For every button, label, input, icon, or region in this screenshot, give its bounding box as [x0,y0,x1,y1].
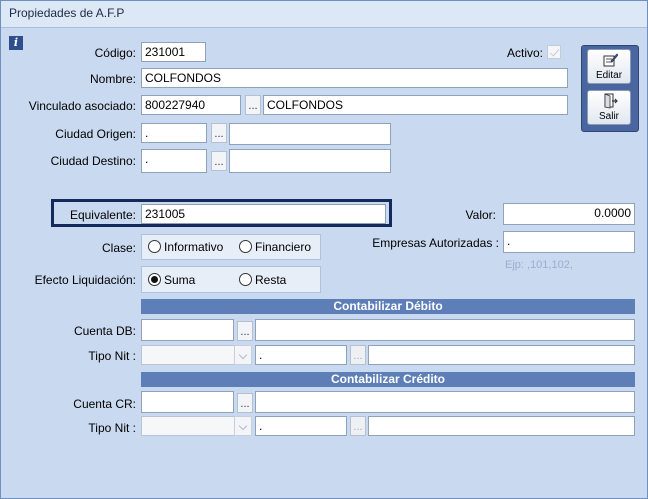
efecto-label: Efecto Liquidación: [34,273,136,287]
codigo-field[interactable]: 231001 [141,42,206,62]
tipo-nit-db-code-field[interactable]: . [255,345,347,365]
properties-window: Propiedades de A.F.P i Código: 231001 Ac… [0,0,648,499]
ciudad-destino-lookup-button[interactable]: ... [211,151,227,171]
cuenta-cr-lookup-button[interactable]: ... [237,393,253,413]
tipo-nit-db-label: Tipo Nit : [88,349,136,363]
equivalente-label: Equivalente: [69,208,136,222]
efecto-resta-label[interactable]: Resta [255,273,286,287]
tipo-nit-db-name-field[interactable] [368,345,635,365]
salir-button[interactable]: Salir [587,90,631,125]
clase-label: Clase: [101,241,136,255]
cuenta-cr-name-field[interactable] [255,391,635,413]
vinculado-lookup-button[interactable]: ... [245,95,261,115]
valor-field[interactable]: 0.0000 [503,203,635,225]
nombre-label: Nombre: [89,72,136,86]
tipo-nit-db-chevron-down-icon[interactable] [234,345,252,365]
clase-financiero-label[interactable]: Financiero [255,240,311,254]
activo-label: Activo: [506,46,543,60]
empresas-hint: Ejp: ,101,102, [505,259,573,271]
cuenta-cr-code-field[interactable] [141,391,234,413]
efecto-suma-label[interactable]: Suma [164,273,195,287]
tipo-nit-cr-lookup-button[interactable]: ... [350,416,366,436]
ciudad-origen-lookup-button[interactable]: ... [211,123,227,143]
ciudad-origen-code-field[interactable]: . [141,123,207,143]
tipo-nit-cr-code-field[interactable]: . [255,416,347,436]
salir-label: Salir [598,111,619,122]
tipo-nit-cr-label: Tipo Nit : [88,421,136,435]
ciudad-origen-label: Ciudad Origen: [55,127,136,141]
editar-button[interactable]: Editar [587,49,631,84]
cuenta-db-name-field[interactable] [255,319,635,341]
efecto-radio-group: Suma Resta [141,266,321,293]
info-icon[interactable]: i [9,36,23,50]
empresas-field[interactable]: . [503,231,635,253]
empresas-label: Empresas Autorizadas : [372,236,499,250]
ciudad-origen-name-field[interactable] [229,123,391,145]
activo-checkbox[interactable] [547,45,561,59]
tipo-nit-cr-chevron-down-icon[interactable] [234,416,252,436]
efecto-resta-radio[interactable] [239,273,252,286]
equivalente-field[interactable]: 231005 [141,204,386,224]
editar-label: Editar [595,70,623,81]
ciudad-destino-code-field[interactable]: . [141,149,207,173]
tipo-nit-db-select[interactable] [141,345,235,365]
valor-label: Valor: [465,208,496,222]
vinculado-label: Vinculado asociado: [28,99,136,113]
cuenta-db-code-field[interactable] [141,319,234,341]
clase-radio-group: Informativo Financiero [141,234,321,260]
cuenta-db-lookup-button[interactable]: ... [237,321,253,341]
contabilizar-debito-header: Contabilizar Débito [141,299,635,314]
exit-door-icon [604,93,618,109]
efecto-suma-radio[interactable] [148,273,161,286]
contabilizar-credito-header: Contabilizar Crédito [141,372,635,387]
edit-icon [603,53,618,67]
ciudad-destino-label: Ciudad Destino: [50,154,136,168]
window-title: Propiedades de A.F.P [9,6,125,20]
ciudad-destino-name-field[interactable] [229,149,391,173]
cuenta-cr-label: Cuenta CR: [73,397,136,411]
cuenta-db-label: Cuenta DB: [73,324,136,338]
tipo-nit-cr-name-field[interactable] [368,416,635,436]
clase-informativo-radio[interactable] [148,240,161,253]
nombre-field[interactable]: COLFONDOS [141,68,568,88]
vinculado-name-field[interactable]: COLFONDOS [263,95,568,115]
clase-informativo-label[interactable]: Informativo [164,240,223,254]
tipo-nit-db-lookup-button[interactable]: ... [350,345,366,365]
clase-financiero-radio[interactable] [239,240,252,253]
title-bar: Propiedades de A.F.P [1,1,647,28]
tipo-nit-cr-select[interactable] [141,416,235,436]
codigo-label: Código: [94,46,136,60]
action-toolbar: Editar Salir [581,45,639,132]
vinculado-code-field[interactable]: 800227940 [141,95,241,115]
